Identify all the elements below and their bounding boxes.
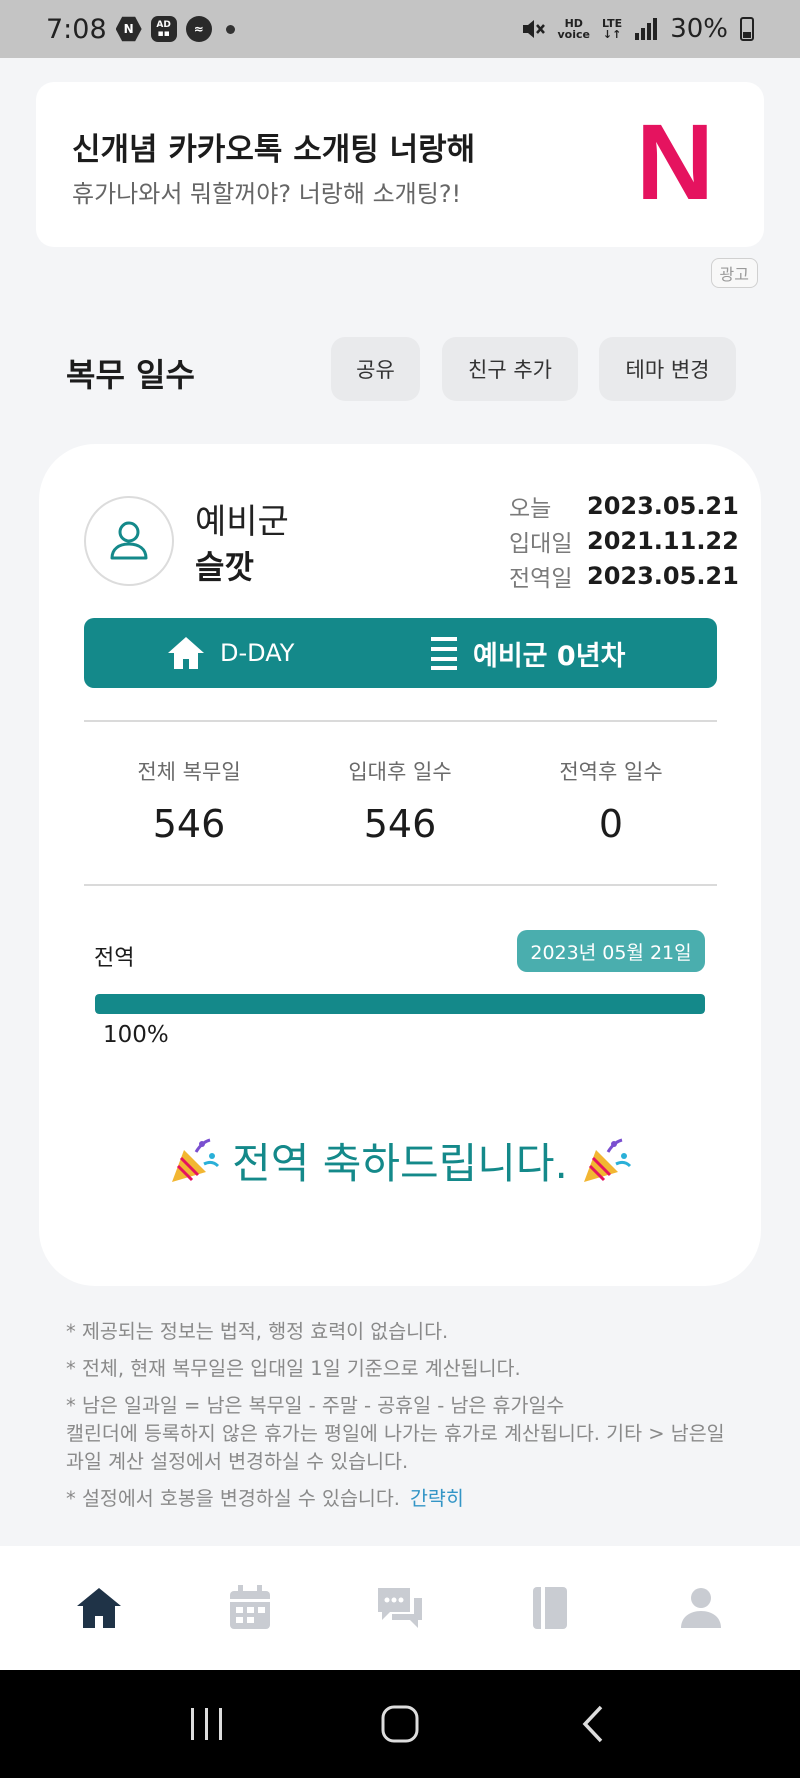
share-button[interactable]: 공유 <box>331 337 420 401</box>
home-icon <box>168 637 204 669</box>
congrats-text: 전역 축하드립니다. <box>232 1139 568 1188</box>
stat-label: 입대후 일수 <box>348 760 452 784</box>
lte-icon: LTE ↓↑ <box>601 17 623 41</box>
note-item: * 전체, 현재 복무일은 입대일 1일 기준으로 계산됩니다. <box>66 1357 521 1380</box>
naver-notification-icon: N <box>115 16 142 42</box>
date-value: 2021.11.22 <box>587 527 739 555</box>
nav-home[interactable] <box>59 1568 139 1648</box>
page-title: 복무 일수 <box>66 356 195 394</box>
list-icon <box>431 637 457 670</box>
note-line: 캘린더에 등록하지 않은 휴가는 평일에 나가는 휴가로 계산됩니다. 기타 >… <box>66 1422 725 1473</box>
date-value: 2023.05.21 <box>587 562 739 590</box>
party-popper-icon <box>172 1138 220 1182</box>
add-friend-button[interactable]: 친구 추가 <box>442 337 578 401</box>
user-name: 슬깟 <box>195 548 254 586</box>
progress-fill <box>95 994 705 1014</box>
date-value: 2023.05.21 <box>587 492 739 520</box>
stat-value: 0 <box>598 802 624 846</box>
system-nav-bar <box>0 1670 800 1778</box>
reserve-year-button[interactable]: 예비군 0년차 <box>429 618 625 688</box>
reserve-year-label: 예비군 0년차 <box>473 640 626 672</box>
home-button-icon <box>381 1705 419 1743</box>
divider <box>84 720 717 722</box>
congrats-message: 전역 축하드립니다. <box>39 1130 761 1191</box>
date-label: 입대일 <box>509 531 573 557</box>
recent-apps-button[interactable] <box>177 1694 237 1754</box>
stat-days-since-enlistment: 입대후 일수 546 <box>295 756 505 846</box>
signal-icon <box>635 18 658 40</box>
stat-days-since-discharge: 전역후 일수 0 <box>506 756 716 846</box>
home-button[interactable] <box>370 1694 430 1754</box>
back-icon <box>582 1705 603 1743</box>
ad-title: 신개념 카카오톡 소개팅 너랑해 <box>72 132 476 168</box>
discharge-date-badge: 2023년 05월 21일 <box>517 930 705 972</box>
progress-percent: 100% <box>103 1022 169 1048</box>
avatar[interactable] <box>84 496 174 586</box>
hd-voice-icon: HD voice <box>557 17 590 41</box>
ad-blocked-icon: AD ▪▪ <box>150 16 177 42</box>
nav-calendar[interactable] <box>210 1568 290 1648</box>
recent-apps-icon <box>190 1708 222 1740</box>
date-row-enlistment: 입대일 2021.11.22 <box>509 524 739 558</box>
service-card: 예비군 슬깟 오늘 2023.05.21 입대일 2021.11.22 전역일 … <box>39 444 761 1286</box>
ad-logo: N <box>636 101 714 222</box>
more-notifications-dot <box>225 24 235 34</box>
chat-icon <box>377 1588 422 1628</box>
note-item: * 제공되는 정보는 법적, 행정 효력이 없습니다. <box>66 1320 449 1343</box>
note-text: * 설정에서 호봉을 변경하실 수 있습니다. <box>66 1487 400 1510</box>
party-popper-icon <box>583 1138 631 1182</box>
stat-value: 546 <box>363 802 437 846</box>
person-icon <box>680 1588 721 1628</box>
divider <box>84 884 717 886</box>
nav-book[interactable] <box>510 1568 590 1648</box>
date-label: 전역일 <box>509 566 573 592</box>
stat-value: 546 <box>152 802 226 846</box>
ad-banner[interactable]: 신개념 카카오톡 소개팅 너랑해 휴가나와서 뭐할꺼야? 너랑해 소개팅?! N <box>36 82 764 247</box>
user-status: 예비군 <box>195 502 289 542</box>
dday-bar: D-DAY 예비군 0년차 <box>84 618 717 688</box>
date-row-discharge: 전역일 2023.05.21 <box>509 559 739 593</box>
status-bar: 7:08 N AD ▪▪ ≈ HD voice LTE ↓↑ 30% <box>0 0 800 58</box>
note-item: * 설정에서 호봉을 변경하실 수 있습니다. 간략히 <box>66 1485 736 1513</box>
ad-label: 광고 <box>710 258 758 288</box>
stat-total-days: 전체 복무일 546 <box>84 756 294 846</box>
date-label: 오늘 <box>509 496 552 522</box>
person-outline-icon <box>110 521 148 560</box>
progress-label: 전역 <box>94 946 135 971</box>
battery-percent: 30% <box>670 14 728 44</box>
home-icon <box>77 1588 122 1628</box>
disclaimer-notes: * 제공되는 정보는 법적, 행정 효력이 없습니다. * 전체, 현재 복무일… <box>66 1318 736 1522</box>
ad-subtitle: 휴가나와서 뭐할꺼야? 너랑해 소개팅?! <box>72 180 462 208</box>
battery-icon <box>740 17 754 41</box>
bottom-nav <box>0 1546 800 1670</box>
mute-icon <box>522 20 545 38</box>
calendar-icon <box>229 1585 270 1629</box>
dday-button[interactable]: D-DAY <box>166 618 294 688</box>
change-theme-button[interactable]: 테마 변경 <box>599 337 736 401</box>
note-item: * 남은 일과일 = 남은 복무일 - 주말 - 공휴일 - 남은 휴가일수 캘… <box>66 1392 736 1476</box>
status-time: 7:08 <box>46 13 107 45</box>
nav-profile[interactable] <box>661 1568 741 1648</box>
collapse-link[interactable]: 간략히 <box>410 1487 464 1510</box>
stat-label: 전역후 일수 <box>559 760 663 784</box>
book-icon <box>533 1587 568 1629</box>
nav-chat[interactable] <box>360 1568 440 1648</box>
stat-label: 전체 복무일 <box>137 760 241 784</box>
progress-bar <box>95 994 705 1014</box>
messenger-notification-icon: ≈ <box>185 16 212 42</box>
date-row-today: 오늘 2023.05.21 <box>509 489 739 523</box>
dday-label: D-DAY <box>220 639 295 667</box>
back-button[interactable] <box>563 1694 623 1754</box>
note-line: * 남은 일과일 = 남은 복무일 - 주말 - 공휴일 - 남은 휴가일수 <box>66 1394 565 1417</box>
